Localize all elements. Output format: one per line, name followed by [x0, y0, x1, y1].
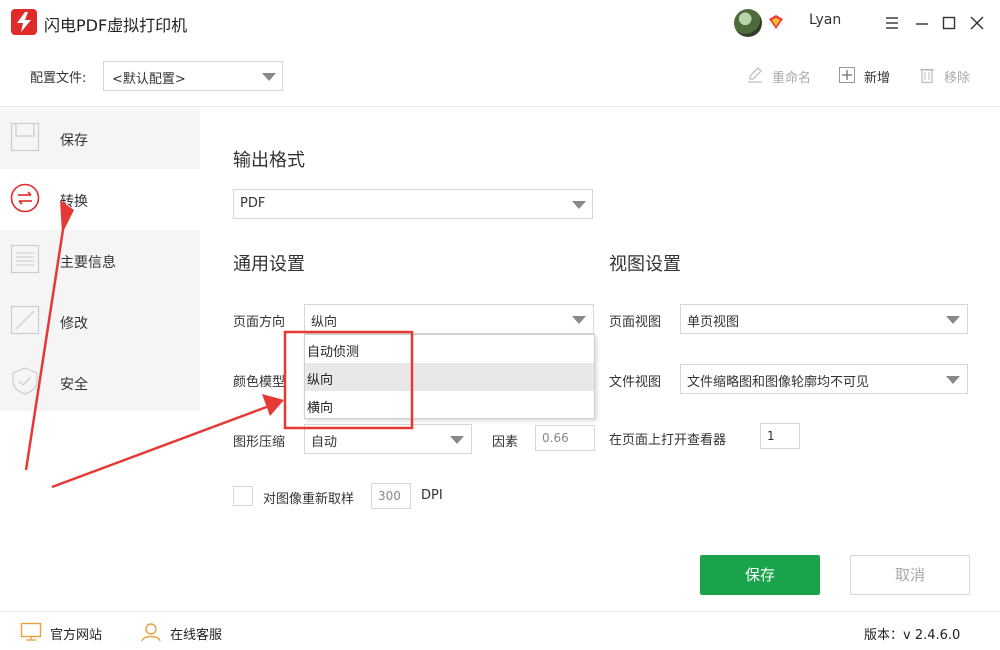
dpi-label: DPI: [421, 488, 443, 503]
sidebar-item-security[interactable]: 安全: [0, 352, 200, 413]
new-config-label: 新增: [864, 71, 891, 86]
sidebar-label-save: 保存: [60, 133, 88, 149]
chevron-down-icon: [946, 376, 960, 384]
resample-label: 对图像重新取样: [263, 492, 355, 507]
factor-label: 因素: [492, 435, 519, 450]
page-view-select[interactable]: 单页视图: [680, 304, 968, 334]
save-button[interactable]: 保存: [700, 555, 820, 595]
new-config-button[interactable]: 新增: [838, 65, 896, 87]
sidebar-label-edit: 修改: [60, 316, 88, 332]
rename-label: 重命名: [772, 71, 812, 86]
remove-config-label: 移除: [944, 71, 971, 86]
sidebar-label-security: 安全: [60, 377, 88, 393]
info-icon: [10, 244, 40, 274]
config-selected-value: <默认配置>: [112, 72, 186, 87]
compression-select[interactable]: 自动: [304, 424, 472, 454]
color-model-label: 颜色模型: [233, 375, 286, 390]
config-toolbar: 配置文件: <默认配置> 重命名 新增 移除: [0, 47, 1000, 107]
config-select[interactable]: <默认配置>: [103, 61, 283, 91]
orientation-dropdown-list: 自动侦测 纵向 横向: [304, 334, 595, 419]
chevron-down-icon: [262, 73, 276, 81]
document-view-value: 文件缩略图和图像轮廓均不可见: [687, 375, 870, 390]
vip-badge-icon[interactable]: [768, 14, 784, 30]
resample-checkbox[interactable]: [233, 486, 253, 506]
user-support-icon: [141, 623, 161, 642]
add-icon: [839, 67, 855, 83]
version-info: 版本：v 2.4.6.0: [864, 624, 960, 643]
app-logo-icon: [11, 9, 37, 35]
orientation-value: 纵向: [311, 315, 338, 330]
maximize-icon[interactable]: [939, 13, 959, 33]
title-bar: 闪电PDF虚拟打印机 Lyan: [0, 0, 1000, 46]
sidebar-item-save[interactable]: 保存: [0, 108, 200, 169]
sidebar-item-edit[interactable]: 修改: [0, 291, 200, 352]
config-label: 配置文件:: [30, 71, 87, 86]
close-icon[interactable]: [967, 13, 987, 33]
document-view-label: 文件视图: [609, 375, 662, 390]
sidebar-label-convert: 转换: [60, 194, 88, 210]
cancel-button[interactable]: 取消: [850, 555, 970, 595]
official-website-label: 官方网站: [50, 628, 103, 643]
output-format-select[interactable]: PDF: [233, 189, 593, 219]
dropdown-option-portrait[interactable]: 纵向: [305, 363, 594, 391]
compression-value: 自动: [311, 435, 338, 450]
annotation-arrowhead-2: [262, 394, 284, 416]
trash-icon: [920, 68, 934, 84]
save-icon: [10, 122, 40, 152]
rename-button[interactable]: 重命名: [746, 65, 816, 87]
version-value: v 2.4.6.0: [903, 628, 961, 643]
open-viewer-page-input[interactable]: 1: [760, 423, 800, 449]
avatar[interactable]: [734, 9, 762, 37]
sidebar-item-info[interactable]: 主要信息: [0, 230, 200, 291]
username[interactable]: Lyan: [809, 12, 841, 28]
chevron-down-icon: [572, 201, 586, 209]
orientation-label: 页面方向: [233, 315, 286, 330]
view-settings-title: 视图设置: [609, 254, 681, 275]
version-label: 版本：: [864, 628, 904, 643]
dropdown-option-landscape[interactable]: 横向: [305, 391, 594, 419]
page-view-value: 单页视图: [687, 315, 740, 330]
output-format-title: 输出格式: [233, 150, 305, 171]
output-format-value: PDF: [240, 196, 266, 211]
chevron-down-icon: [572, 316, 586, 324]
factor-input[interactable]: 0.66: [535, 425, 595, 451]
chevron-down-icon: [450, 436, 464, 444]
sidebar: 保存 转换 主要信息 修改 安全: [0, 108, 200, 611]
online-support-label: 在线客服: [170, 628, 223, 643]
resample-dpi-input[interactable]: 300: [371, 483, 411, 509]
document-view-select[interactable]: 文件缩略图和图像轮廓均不可见: [680, 364, 968, 394]
page-view-label: 页面视图: [609, 315, 662, 330]
orientation-select[interactable]: 纵向: [304, 304, 594, 334]
open-viewer-label: 在页面上打开查看器: [609, 433, 727, 448]
shield-icon: [12, 367, 38, 395]
rename-icon: [748, 67, 762, 83]
sidebar-item-convert[interactable]: 转换: [0, 169, 200, 230]
sidebar-label-info: 主要信息: [60, 255, 116, 271]
footer: 官方网站 在线客服 版本：v 2.4.6.0: [0, 611, 1000, 650]
dropdown-option-auto[interactable]: 自动侦测: [305, 335, 594, 363]
remove-config-button[interactable]: 移除: [918, 65, 974, 87]
app-title: 闪电PDF虚拟打印机: [44, 16, 188, 35]
monitor-icon: [20, 622, 42, 641]
general-settings-title: 通用设置: [233, 254, 305, 275]
compression-label: 图形压缩: [233, 435, 286, 450]
convert-icon: [10, 183, 40, 213]
edit-icon: [10, 305, 40, 335]
minimize-icon[interactable]: [912, 13, 932, 33]
menu-icon[interactable]: [882, 13, 902, 33]
chevron-down-icon: [946, 316, 960, 324]
